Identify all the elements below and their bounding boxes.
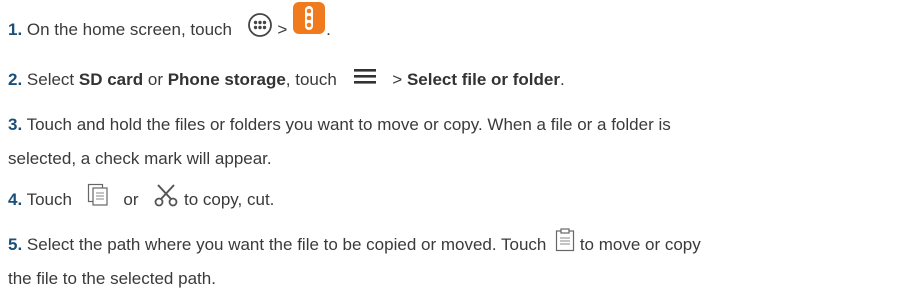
step-text: the file to the selected path.: [8, 269, 216, 288]
file-manager-app-icon: [292, 1, 326, 46]
step-4: 4. Touch or to copy, cut.: [8, 183, 898, 218]
step-5-continued: the file to the selected path.: [8, 263, 898, 295]
step-text: Touch and hold the files or folders you …: [22, 115, 671, 134]
sd-card-label: SD card: [78, 70, 144, 89]
step-number: 4.: [8, 189, 23, 209]
step-2: 2. Select SD card or Phone storage, touc…: [8, 64, 898, 97]
step-number: 2.: [8, 70, 23, 89]
step-3-continued: selected, a check mark will appear.: [8, 143, 898, 175]
cut-icon: [153, 183, 179, 218]
step-text: >: [387, 70, 407, 89]
copy-icon: [87, 183, 109, 218]
step-text: to copy, cut.: [179, 189, 275, 209]
step-number: 1.: [8, 19, 23, 39]
phone-storage-label: Phone storage: [167, 70, 286, 89]
step-number: 3.: [8, 115, 23, 134]
apps-grid-icon: [247, 12, 273, 49]
step-3: 3. Touch and hold the files or folders y…: [8, 109, 898, 141]
step-text: selected, a check mark will appear.: [8, 149, 272, 168]
step-text: >: [272, 19, 293, 39]
select-file-or-folder-label: Select file or folder: [406, 70, 560, 89]
step-text: Touch: [22, 189, 77, 209]
step-text: , touch: [285, 70, 342, 89]
step-text: to move or copy: [575, 234, 701, 254]
step-text: or: [143, 70, 168, 89]
step-text: Select the path where you want the file …: [22, 234, 552, 254]
step-number: 5.: [8, 234, 23, 254]
step-text: or: [118, 189, 144, 209]
step-text: On the home screen, touch: [22, 19, 237, 39]
step-5: 5. Select the path where you want the fi…: [8, 228, 898, 263]
step-text: .: [326, 19, 331, 39]
paste-icon: [555, 228, 575, 263]
step-text: .: [559, 70, 565, 89]
step-1: 1. On the home screen, touch > .: [8, 2, 898, 53]
menu-icon: [352, 65, 378, 97]
step-text: Select: [22, 70, 79, 89]
